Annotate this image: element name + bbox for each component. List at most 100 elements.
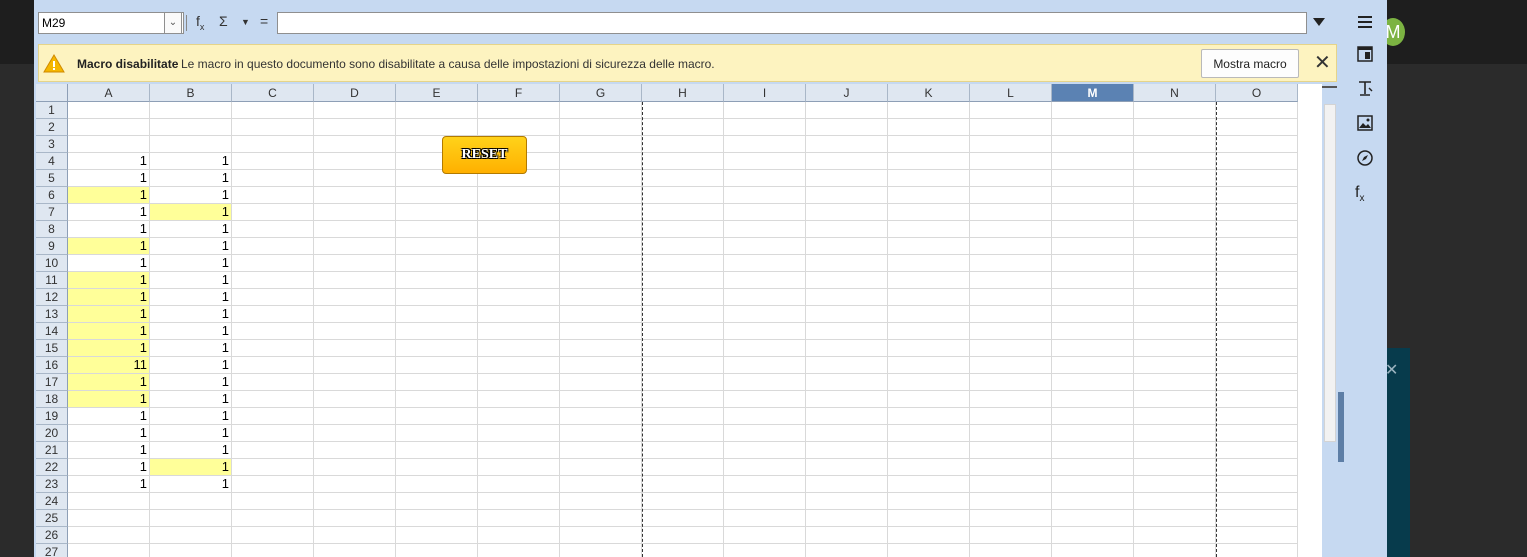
cell-m19[interactable] [1052,408,1134,425]
cell-b3[interactable] [150,136,232,153]
row-header[interactable]: 14 [36,323,68,340]
cell-d27[interactable] [314,544,396,557]
cell-d1[interactable] [314,102,396,119]
cell-c19[interactable] [232,408,314,425]
cell-i13[interactable] [724,306,806,323]
cell-d23[interactable] [314,476,396,493]
column-header-j[interactable]: J [806,84,888,102]
column-header-o[interactable]: O [1216,84,1298,102]
column-header-a[interactable]: A [68,84,150,102]
cell-j22[interactable] [806,459,888,476]
cell-l24[interactable] [970,493,1052,510]
cell-h15[interactable] [642,340,724,357]
cell-b6[interactable]: 1 [150,187,232,204]
cell-m9[interactable] [1052,238,1134,255]
cell-g15[interactable] [560,340,642,357]
cell-d25[interactable] [314,510,396,527]
cell-c22[interactable] [232,459,314,476]
cell-m1[interactable] [1052,102,1134,119]
cell-f12[interactable] [478,289,560,306]
cell-c2[interactable] [232,119,314,136]
cell-h18[interactable] [642,391,724,408]
cell-o25[interactable] [1216,510,1298,527]
cell-o19[interactable] [1216,408,1298,425]
cell-g26[interactable] [560,527,642,544]
styles-icon[interactable] [1355,78,1375,98]
row-header[interactable]: 17 [36,374,68,391]
cell-c10[interactable] [232,255,314,272]
cell-n12[interactable] [1134,289,1216,306]
cell-o20[interactable] [1216,425,1298,442]
cell-o14[interactable] [1216,323,1298,340]
cell-l11[interactable] [970,272,1052,289]
sidebar-collapse-handle[interactable] [1338,392,1344,462]
cell-l5[interactable] [970,170,1052,187]
show-macros-button[interactable]: Mostra macro [1201,49,1299,78]
cell-h1[interactable] [642,102,724,119]
cell-m7[interactable] [1052,204,1134,221]
cell-l1[interactable] [970,102,1052,119]
cell-i8[interactable] [724,221,806,238]
cell-b20[interactable]: 1 [150,425,232,442]
row-header[interactable]: 20 [36,425,68,442]
cell-k1[interactable] [888,102,970,119]
row-header[interactable]: 11 [36,272,68,289]
cell-j13[interactable] [806,306,888,323]
column-header-c[interactable]: C [232,84,314,102]
cell-g8[interactable] [560,221,642,238]
cell-f2[interactable] [478,119,560,136]
cell-g16[interactable] [560,357,642,374]
cell-j3[interactable] [806,136,888,153]
cell-l8[interactable] [970,221,1052,238]
row-header[interactable]: 5 [36,170,68,187]
cell-a19[interactable]: 1 [68,408,150,425]
formula-icon[interactable]: = [260,13,268,29]
cell-l10[interactable] [970,255,1052,272]
cell-o2[interactable] [1216,119,1298,136]
row-header[interactable]: 16 [36,357,68,374]
expand-formula-icon[interactable] [1312,16,1326,28]
cell-l14[interactable] [970,323,1052,340]
row-header[interactable]: 10 [36,255,68,272]
cell-o6[interactable] [1216,187,1298,204]
cell-i26[interactable] [724,527,806,544]
cell-i4[interactable] [724,153,806,170]
cell-e13[interactable] [396,306,478,323]
cell-b18[interactable]: 1 [150,391,232,408]
cell-m6[interactable] [1052,187,1134,204]
cell-b5[interactable]: 1 [150,170,232,187]
cell-f6[interactable] [478,187,560,204]
cell-h24[interactable] [642,493,724,510]
cell-h22[interactable] [642,459,724,476]
cell-i21[interactable] [724,442,806,459]
cell-m3[interactable] [1052,136,1134,153]
cell-h13[interactable] [642,306,724,323]
select-all-corner[interactable] [36,84,68,102]
properties-icon[interactable] [1355,44,1375,64]
cell-c8[interactable] [232,221,314,238]
cell-i22[interactable] [724,459,806,476]
column-header-d[interactable]: D [314,84,396,102]
cell-e9[interactable] [396,238,478,255]
cell-c15[interactable] [232,340,314,357]
cell-o7[interactable] [1216,204,1298,221]
cell-d14[interactable] [314,323,396,340]
cell-o15[interactable] [1216,340,1298,357]
functions-icon[interactable]: fx [1355,184,1375,204]
cell-i6[interactable] [724,187,806,204]
cell-b2[interactable] [150,119,232,136]
cell-k9[interactable] [888,238,970,255]
cell-d26[interactable] [314,527,396,544]
cell-j15[interactable] [806,340,888,357]
cell-l3[interactable] [970,136,1052,153]
name-box[interactable]: M29 [38,12,184,34]
cell-g6[interactable] [560,187,642,204]
cell-j23[interactable] [806,476,888,493]
cell-i17[interactable] [724,374,806,391]
row-header[interactable]: 25 [36,510,68,527]
cell-i11[interactable] [724,272,806,289]
cell-e17[interactable] [396,374,478,391]
cell-h14[interactable] [642,323,724,340]
cell-g13[interactable] [560,306,642,323]
cell-e15[interactable] [396,340,478,357]
